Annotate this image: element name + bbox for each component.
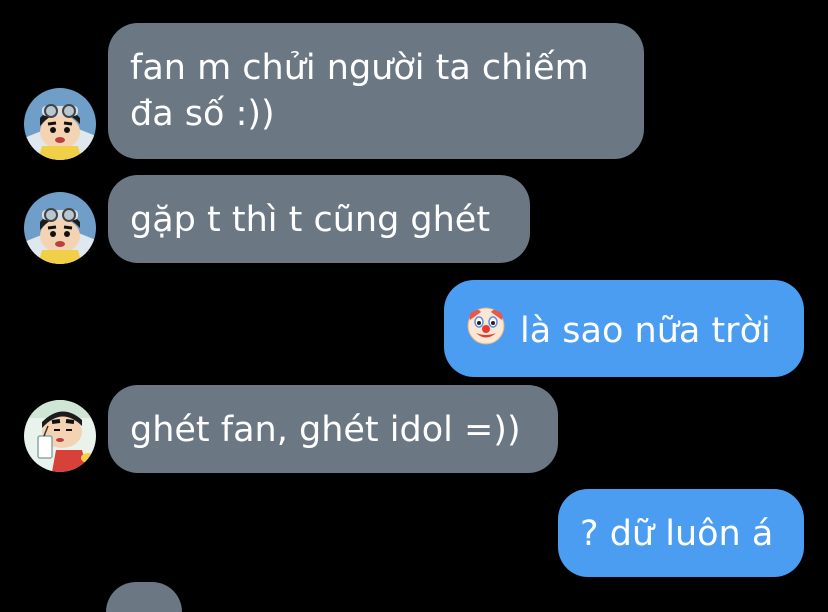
- message-bubble-incoming[interactable]: fan m chửi người ta chiếm đa số :)): [108, 23, 644, 159]
- message-text: là sao nữa trời: [520, 311, 771, 351]
- avatar[interactable]: [24, 88, 96, 160]
- message-text: đa số :)): [130, 94, 275, 134]
- message-bubble-outgoing[interactable]: là sao nữa trời: [444, 280, 804, 377]
- clown-face-icon: [466, 306, 506, 358]
- message-text: ? dữ luôn á: [580, 514, 774, 554]
- avatar[interactable]: [24, 400, 96, 472]
- shin-chan-drinking-avatar-image: [24, 400, 96, 472]
- message-bubble-incoming[interactable]: gặp t thì t cũng ghét: [108, 175, 530, 263]
- message-text: gặp t thì t cũng ghét: [130, 200, 491, 240]
- message-bubble-incoming[interactable]: ghét fan, ghét idol =)): [108, 385, 558, 473]
- message-text: fan m chửi người ta chiếm: [130, 48, 589, 88]
- message-bubble-outgoing[interactable]: ? dữ luôn á: [558, 489, 804, 577]
- avatar[interactable]: [24, 192, 96, 264]
- message-bubble-incoming-partial[interactable]: [106, 582, 182, 612]
- message-text: ghét fan, ghét idol =)): [130, 410, 521, 450]
- shin-chan-goggles-avatar-image: [24, 192, 96, 264]
- shin-chan-goggles-avatar-image: [24, 88, 96, 160]
